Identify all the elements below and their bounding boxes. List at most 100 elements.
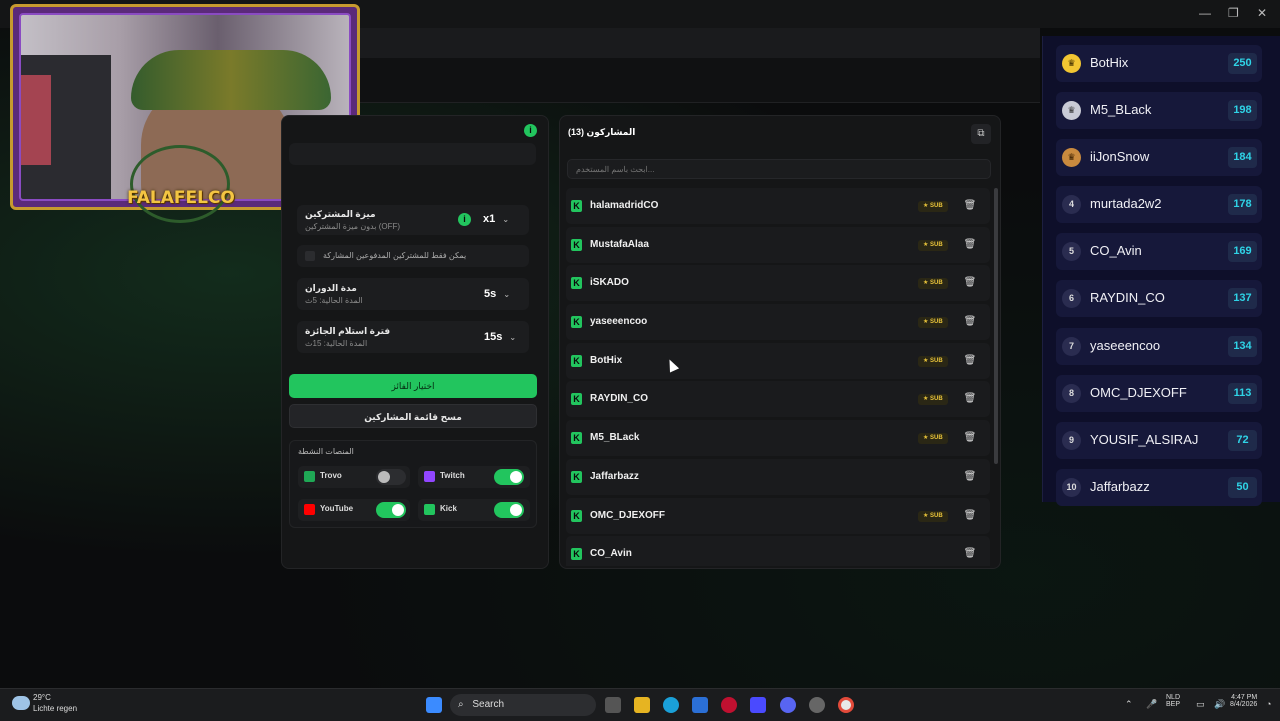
list-item: K CO_Avin 🗑 xyxy=(566,536,990,566)
subs-only-label: يمكن فقط للمشتركين المدفوعين المشاركة xyxy=(323,251,467,260)
gold-medal-icon: ♛ xyxy=(1062,54,1081,73)
copy-icon[interactable]: ⧉ xyxy=(971,124,991,144)
trash-icon[interactable]: 🗑 xyxy=(962,508,978,524)
spin-duration-title: مدة الدوران xyxy=(305,283,357,293)
windows-taskbar: 29°C Lichte regen ⌕ Search ⌃ 🎤 NLD BEP ▭… xyxy=(0,688,1280,721)
file-explorer-icon[interactable] xyxy=(634,697,650,713)
weather-icon[interactable] xyxy=(12,696,30,710)
claim-period-select[interactable]: 15s ⌄ xyxy=(484,331,516,343)
trash-icon[interactable]: 🗑 xyxy=(962,237,978,253)
info-icon[interactable]: i xyxy=(458,213,471,226)
spin-duration-row: مدة الدوران المدة الحالية: 5ث 5s ⌄ xyxy=(297,278,529,310)
sub-badge: ★ SUB xyxy=(918,317,948,329)
twitch-icon xyxy=(424,471,435,482)
participants-scrollbar[interactable] xyxy=(994,188,998,464)
sub-badge: ★ SUB xyxy=(918,239,948,251)
network-icon[interactable]: ▭ xyxy=(1196,699,1205,710)
trash-icon[interactable]: 🗑 xyxy=(962,430,978,446)
trash-icon[interactable]: 🗑 xyxy=(962,391,978,407)
kick-icon xyxy=(424,504,435,515)
platform-twitch: Twitch xyxy=(418,466,530,488)
settings-input[interactable] xyxy=(289,143,536,165)
task-view-icon[interactable] xyxy=(605,697,621,713)
speaker-icon[interactable]: 🔊 xyxy=(1214,699,1225,710)
kick-icon: K xyxy=(571,548,582,561)
trash-icon[interactable]: 🗑 xyxy=(962,198,978,214)
trash-icon[interactable]: 🗑 xyxy=(962,546,978,562)
clear-participants-button[interactable]: مسح قائمة المشاركين xyxy=(289,404,537,428)
language-indicator[interactable]: NLD BEP xyxy=(1166,694,1180,708)
multiplier-select[interactable]: x1 ⌄ xyxy=(483,213,509,225)
subs-feature-row: ميزة المشتركين بدون ميزة المشتركين (OFF)… xyxy=(297,205,529,235)
app-icon[interactable] xyxy=(750,697,766,713)
list-item: K Jaffarbazz 🗑 xyxy=(566,458,990,495)
edge-icon[interactable] xyxy=(663,697,679,713)
kick-icon: K xyxy=(571,393,582,406)
windows-start-icon[interactable] xyxy=(426,697,442,713)
streamer-logo-text: FALAFELCO xyxy=(127,188,235,208)
participants-title: المشاركون (13) xyxy=(568,127,636,137)
platform-kick: Kick xyxy=(418,499,530,521)
chrome-icon[interactable] xyxy=(838,697,854,713)
sub-badge: ★ SUB xyxy=(918,278,948,290)
kick-toggle[interactable] xyxy=(494,502,524,518)
kick-icon: K xyxy=(571,316,582,329)
leaderboard-row: ♛ M5_BLack 198 xyxy=(1056,92,1262,129)
sub-badge: ★ SUB xyxy=(918,201,948,212)
youtube-toggle[interactable] xyxy=(376,502,406,518)
trovo-toggle[interactable] xyxy=(376,469,406,485)
youtube-icon xyxy=(304,504,315,515)
restore-button[interactable]: ❐ xyxy=(1228,6,1239,20)
chevron-down-icon: ⌄ xyxy=(509,333,517,342)
sub-badge: ★ SUB xyxy=(918,394,948,406)
participant-search-input[interactable] xyxy=(567,159,991,179)
pick-winner-button[interactable]: اختيار الفائز xyxy=(289,374,537,398)
spin-duration-sub: المدة الحالية: 5ث xyxy=(305,296,363,305)
subs-only-row[interactable]: يمكن فقط للمشتركين المدفوعين المشاركة xyxy=(297,245,529,267)
trash-icon[interactable]: 🗑 xyxy=(962,353,978,369)
spin-duration-select[interactable]: 5s ⌄ xyxy=(484,288,510,300)
minimize-button[interactable]: — xyxy=(1199,6,1211,20)
close-button[interactable]: ✕ xyxy=(1257,6,1267,20)
trash-icon[interactable]: 🗑 xyxy=(962,314,978,330)
list-item: K OMC_DJEXOFF ★ SUB 🗑 xyxy=(566,497,990,534)
info-icon[interactable]: i xyxy=(524,124,537,137)
subs-feature-title: ميزة المشتركين xyxy=(305,209,376,219)
kick-icon: K xyxy=(571,200,582,212)
clock[interactable]: 4:47 PM 8/4/2026 xyxy=(1230,694,1257,708)
participants-list: KhalamadridCO ★ SUB 🗑 K MustafaAlaa ★ SUB 🗑 K… xyxy=(566,188,990,566)
kick-icon: K xyxy=(571,354,582,367)
taskbar-search[interactable]: ⌕ Search xyxy=(450,694,596,716)
opera-icon[interactable] xyxy=(721,697,737,713)
subs-only-checkbox[interactable] xyxy=(305,251,315,261)
trash-icon[interactable]: 🗑 xyxy=(962,275,978,291)
kick-icon: K xyxy=(571,277,582,290)
discord-icon[interactable] xyxy=(780,697,796,713)
sub-badge: ★ SUB xyxy=(918,510,948,522)
platform-youtube: YouTube xyxy=(298,499,410,521)
weather-widget[interactable]: 29°C Lichte regen xyxy=(33,693,77,713)
subs-feature-sub: بدون ميزة المشتركين (OFF) xyxy=(305,222,401,231)
app-header xyxy=(350,58,1040,103)
app-icon[interactable] xyxy=(809,697,825,713)
list-item: K MustafaAlaa ★ SUB 🗑 xyxy=(566,226,990,263)
claim-period-row: فترة استلام الجائزة المدة الحالية: 15ث 1… xyxy=(297,321,529,353)
store-icon[interactable] xyxy=(692,697,708,713)
silver-medal-icon: ♛ xyxy=(1062,101,1081,120)
list-item: KhalamadridCO ★ SUB 🗑 xyxy=(566,188,990,224)
leaderboard-row: 5 CO_Avin 169 xyxy=(1056,233,1262,270)
bronze-medal-icon: ♛ xyxy=(1062,148,1081,167)
notification-icon[interactable]: ◔ xyxy=(1266,699,1271,709)
microphone-icon[interactable]: 🎤 xyxy=(1146,699,1157,710)
kick-icon: K xyxy=(571,432,582,445)
chevron-down-icon: ⌄ xyxy=(502,215,510,224)
trash-icon[interactable]: 🗑 xyxy=(962,469,978,485)
claim-period-title: فترة استلام الجائزة xyxy=(305,326,391,336)
sub-badge: ★ SUB xyxy=(918,355,948,367)
leaderboard-row: 10 Jaffarbazz 50 xyxy=(1056,469,1262,506)
list-item: KiSKADO ★ SUB 🗑 xyxy=(566,265,990,302)
leaderboard-row: 6 RAYDIN_CO 137 xyxy=(1056,280,1262,317)
kick-icon: K xyxy=(571,509,582,522)
twitch-toggle[interactable] xyxy=(494,469,524,485)
chevron-up-icon[interactable]: ⌃ xyxy=(1125,699,1133,710)
